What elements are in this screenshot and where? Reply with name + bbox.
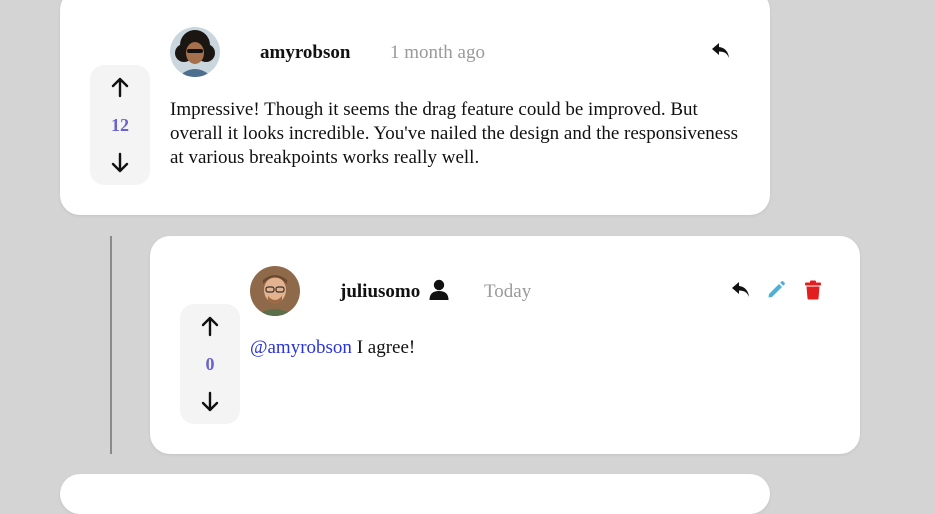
reply-card: 0 juliusomo Today @amyrobson I agree! xyxy=(150,236,860,454)
arrow-down-icon xyxy=(201,391,219,412)
vote-control: 12 xyxy=(90,65,150,185)
reply-icon xyxy=(732,282,749,297)
trash-icon xyxy=(805,280,821,300)
user-icon xyxy=(429,279,449,300)
avatar xyxy=(250,266,300,316)
delete-button[interactable] xyxy=(802,279,824,301)
reply-body: @amyrobson I agree! xyxy=(250,336,820,360)
downvote-button[interactable] xyxy=(198,390,222,414)
score-value: 12 xyxy=(111,114,129,135)
timestamp: 1 month ago xyxy=(390,42,485,63)
timestamp: Today xyxy=(484,281,532,302)
reply-button[interactable] xyxy=(710,40,732,62)
arrow-up-icon xyxy=(111,77,129,98)
vote-control: 0 xyxy=(180,304,240,424)
mention-link[interactable]: @amyrobson xyxy=(250,337,352,358)
reply-button[interactable] xyxy=(730,279,752,301)
avatar xyxy=(170,27,220,77)
downvote-button[interactable] xyxy=(108,151,132,175)
upvote-button[interactable] xyxy=(108,75,132,99)
username[interactable]: juliusomo xyxy=(340,281,420,303)
user-badge xyxy=(428,279,450,301)
reply-text: I agree! xyxy=(356,337,416,358)
upvote-button[interactable] xyxy=(198,314,222,338)
reply-icon xyxy=(712,43,729,58)
arrow-down-icon xyxy=(111,152,129,173)
edit-icon xyxy=(768,281,785,298)
edit-button[interactable] xyxy=(765,279,787,301)
score-value: 0 xyxy=(205,353,215,374)
comment-body: Impressive! Though it seems the drag fea… xyxy=(170,99,739,168)
reply-thread-line xyxy=(110,236,112,454)
comment-card: 12 amyrobson 1 month ago Impressive! Tho… xyxy=(60,0,770,215)
username[interactable]: amyrobson xyxy=(260,42,350,64)
arrow-up-icon xyxy=(201,316,219,337)
comment-card xyxy=(60,474,770,514)
